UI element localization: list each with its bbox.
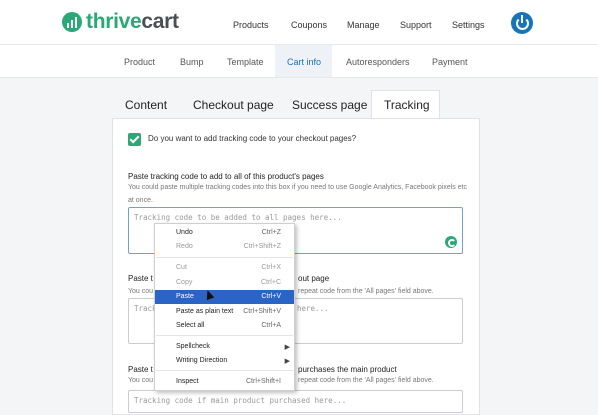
top-header: thrivecart Products Coupons Manage Suppo… xyxy=(0,0,598,45)
subnav-template[interactable]: Template xyxy=(227,57,264,67)
nav-support[interactable]: Support xyxy=(400,20,432,30)
menu-separator xyxy=(156,257,293,258)
tracking-checkbox-label: Do you want to add tracking code to your… xyxy=(148,134,357,143)
submenu-arrow-icon: ▶ xyxy=(284,344,290,351)
nav-products[interactable]: Products xyxy=(233,20,269,30)
all-pages-help: You could paste multiple tracking codes … xyxy=(128,184,468,204)
subnav-autoresponders[interactable]: Autoresponders xyxy=(346,57,410,67)
all-pages-placeholder: Tracking code to be added to all pages h… xyxy=(134,213,342,222)
product-subnav: Product Bump Template Cart info Autoresp… xyxy=(0,45,598,78)
submenu-arrow-icon: ▶ xyxy=(284,358,290,365)
menu-copy[interactable]: Copy Ctrl+C xyxy=(155,276,294,290)
menu-cut[interactable]: Cut Ctrl+X xyxy=(155,261,294,275)
subnav-product[interactable]: Product xyxy=(124,57,155,67)
logo-text-thrive: thrive xyxy=(86,10,142,33)
subnav-bump[interactable]: Bump xyxy=(180,57,204,67)
purchase-label-start: Paste t xyxy=(128,365,153,374)
tab-tracking[interactable]: Tracking xyxy=(384,98,430,112)
grammarly-icon[interactable] xyxy=(445,236,457,248)
purchase-label-end: purchases the main product xyxy=(298,365,397,374)
purchase-help-start: You cou xyxy=(128,377,154,384)
menu-select-all[interactable]: Select all Ctrl+A xyxy=(155,319,294,333)
purchase-textarea[interactable]: Tracking code if main product purchased … xyxy=(128,390,463,413)
context-menu: Undo Ctrl+Z Redo Ctrl+Shift+Z Cut Ctrl+X Co… xyxy=(154,223,295,391)
subnav-cart-info[interactable]: Cart info xyxy=(287,57,321,67)
tab-checkout-page[interactable]: Checkout page xyxy=(193,98,274,112)
logo-text-cart: cart xyxy=(141,10,179,33)
checkout-help-start: You cou xyxy=(128,288,154,295)
nav-settings[interactable]: Settings xyxy=(452,20,485,30)
subnav-payment[interactable]: Payment xyxy=(432,57,468,67)
nav-coupons[interactable]: Coupons xyxy=(291,20,327,30)
menu-spellcheck[interactable]: Spellcheck ▶ xyxy=(155,340,294,354)
menu-separator xyxy=(156,335,293,336)
menu-separator xyxy=(156,370,293,371)
tracking-checkbox[interactable] xyxy=(128,133,141,146)
bar-chart-icon xyxy=(62,12,82,32)
all-pages-label: Paste tracking code to add to all of thi… xyxy=(128,172,324,181)
menu-redo[interactable]: Redo Ctrl+Shift+Z xyxy=(155,240,294,254)
thrivecart-logo[interactable]: thrivecart xyxy=(62,10,179,34)
menu-writing-direction[interactable]: Writing Direction ▶ xyxy=(155,354,294,368)
checkout-placeholder-end: here... xyxy=(297,304,329,313)
purchase-placeholder: Tracking code if main product purchased … xyxy=(134,396,347,405)
menu-inspect[interactable]: Inspect Ctrl+Shift+I xyxy=(155,375,294,389)
menu-paste-plain-text[interactable]: Paste as plain text Ctrl+Shift+V xyxy=(155,305,294,319)
tab-success-page[interactable]: Success page xyxy=(292,98,367,112)
menu-paste[interactable]: Paste Ctrl+V xyxy=(155,290,294,304)
nav-manage[interactable]: Manage xyxy=(347,20,380,30)
menu-undo[interactable]: Undo Ctrl+Z xyxy=(155,226,294,240)
checkout-label-end: out page xyxy=(298,274,330,283)
checkout-label-start: Paste t xyxy=(128,274,153,283)
power-icon[interactable] xyxy=(511,12,533,34)
tab-content[interactable]: Content xyxy=(125,98,167,112)
checkout-help-end: repeat code from the 'All pages' field a… xyxy=(298,288,434,295)
purchase-help-end: repeat code from the 'All pages' field a… xyxy=(298,377,434,384)
